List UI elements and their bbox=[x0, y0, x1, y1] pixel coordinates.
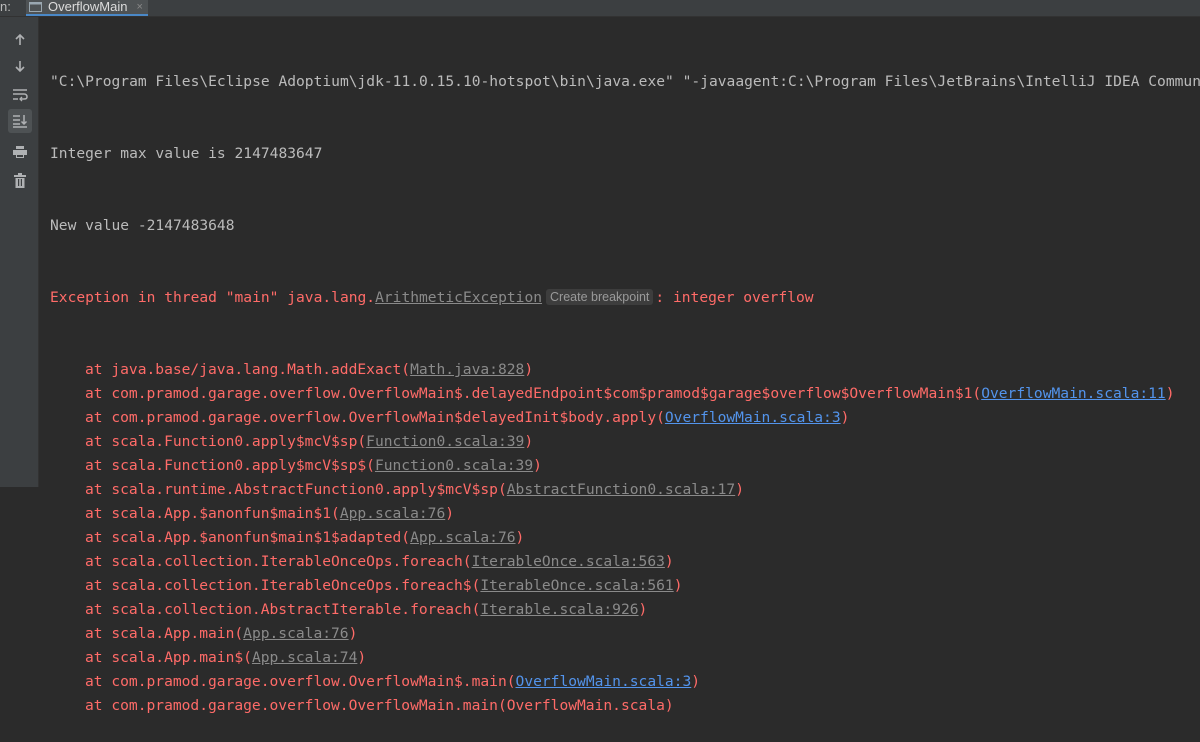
stack-frame-suffix: ) bbox=[638, 601, 648, 618]
exception-suffix: : integer overflow bbox=[655, 289, 814, 306]
source-link[interactable]: OverflowMain.scala:11 bbox=[981, 385, 1166, 402]
stack-frame-suffix: ) bbox=[664, 553, 674, 570]
scroll-to-end-icon[interactable] bbox=[8, 109, 32, 133]
source-link[interactable]: Function0.scala:39 bbox=[375, 457, 533, 474]
console-output-line: Integer max value is 2147483647 bbox=[50, 145, 323, 162]
stack-frame-line: at scala.Function0.apply$mcV$sp$(Functio… bbox=[50, 454, 1200, 478]
console-toolbar bbox=[0, 17, 39, 487]
source-link[interactable]: OverflowMain.scala:3 bbox=[665, 409, 841, 426]
source-link[interactable]: OverflowMain.scala:3 bbox=[516, 673, 692, 690]
source-link[interactable]: App.scala:76 bbox=[340, 505, 445, 522]
stack-frame-suffix: ) bbox=[524, 361, 534, 378]
stack-frame-line: at scala.App.main$(App.scala:74) bbox=[50, 646, 1200, 670]
stack-frame-suffix: ) bbox=[445, 505, 455, 522]
stack-frame-text: at scala.App.$anonfun$main$1$adapted( bbox=[85, 529, 411, 546]
stack-frame-text: at scala.App.main( bbox=[85, 625, 244, 642]
stack-frame-suffix: ) bbox=[357, 649, 367, 666]
stack-frame-line: at com.pramod.garage.overflow.OverflowMa… bbox=[50, 406, 1200, 430]
stack-frame-text: at scala.App.main$( bbox=[85, 649, 252, 666]
stack-frame-suffix: ) bbox=[691, 673, 701, 690]
stack-trace: at java.base/java.lang.Math.addExact(Mat… bbox=[50, 358, 1200, 718]
stack-frame-line: at java.base/java.lang.Math.addExact(Mat… bbox=[50, 358, 1200, 382]
stack-frame-line: at scala.App.$anonfun$main$1(App.scala:7… bbox=[50, 502, 1200, 526]
trash-icon[interactable] bbox=[11, 171, 29, 189]
up-arrow-icon[interactable] bbox=[11, 31, 29, 49]
run-tool-window-tabbar: n: OverflowMain × bbox=[0, 0, 1200, 17]
source-link[interactable]: IterableOnce.scala:561 bbox=[480, 577, 673, 594]
stack-frame-text: at com.pramod.garage.overflow.OverflowMa… bbox=[85, 385, 982, 402]
stack-frame-text: at com.pramod.garage.overflow.OverflowMa… bbox=[85, 673, 516, 690]
stack-frame-text: at com.pramod.garage.overflow.OverflowMa… bbox=[85, 409, 665, 426]
close-icon[interactable]: × bbox=[136, 0, 142, 14]
source-link[interactable]: AbstractFunction0.scala:17 bbox=[507, 481, 735, 498]
stack-frame-line: at scala.collection.IterableOnceOps.fore… bbox=[50, 550, 1200, 574]
down-arrow-icon[interactable] bbox=[11, 57, 29, 75]
stack-frame-text: at scala.collection.IterableOnceOps.fore… bbox=[85, 553, 472, 570]
console-tab-icon bbox=[29, 2, 42, 12]
exception-class-link[interactable]: ArithmeticException bbox=[375, 289, 542, 306]
exception-prefix: Exception in thread "main" java.lang. bbox=[50, 289, 376, 306]
stack-frame-suffix: ) bbox=[735, 481, 744, 498]
tab-overflowmain[interactable]: OverflowMain × bbox=[26, 0, 148, 16]
stack-frame-line: at scala.collection.IterableOnceOps.fore… bbox=[50, 574, 1200, 598]
create-breakpoint-hint[interactable]: Create breakpoint bbox=[546, 289, 654, 305]
stack-frame-suffix: ) bbox=[524, 433, 534, 450]
stack-frame-text: at scala.runtime.AbstractFunction0.apply… bbox=[85, 481, 507, 498]
console-output-line: New value -2147483648 bbox=[50, 217, 235, 234]
soft-wrap-icon[interactable] bbox=[11, 86, 29, 104]
source-link[interactable]: App.scala:76 bbox=[410, 529, 515, 546]
source-link[interactable]: Iterable.scala:926 bbox=[480, 601, 638, 618]
source-link[interactable]: Function0.scala:39 bbox=[366, 433, 524, 450]
stack-frame-line: at scala.App.main(App.scala:76) bbox=[50, 622, 1200, 646]
stack-frame-line: at com.pramod.garage.overflow.OverflowMa… bbox=[50, 382, 1200, 406]
stack-frame-suffix: ) bbox=[515, 529, 525, 546]
stack-frame-suffix: ) bbox=[533, 457, 542, 474]
stack-frame-suffix: ) bbox=[1165, 385, 1175, 402]
stack-frame-suffix: ) bbox=[673, 577, 683, 594]
stack-frame-text: at com.pramod.garage.overflow.OverflowMa… bbox=[85, 697, 674, 714]
print-icon[interactable] bbox=[11, 143, 29, 161]
source-link[interactable]: Math.java:828 bbox=[410, 361, 524, 378]
source-link[interactable]: App.scala:76 bbox=[243, 625, 348, 642]
stack-frame-text: at scala.Function0.apply$mcV$sp( bbox=[85, 433, 367, 450]
stack-frame-line: at com.pramod.garage.overflow.OverflowMa… bbox=[50, 670, 1200, 694]
console-command-line: "C:\Program Files\Eclipse Adoptium\jdk-1… bbox=[50, 73, 1200, 90]
stack-frame-text: at scala.App.$anonfun$main$1( bbox=[85, 505, 340, 522]
tab-prefix: n: bbox=[0, 0, 11, 14]
exception-line: Exception in thread "main" java.lang.Ari… bbox=[50, 286, 1200, 310]
stack-frame-line: at scala.Function0.apply$mcV$sp(Function… bbox=[50, 430, 1200, 454]
stack-frame-suffix: ) bbox=[348, 625, 358, 642]
stack-frame-text: at java.base/java.lang.Math.addExact( bbox=[85, 361, 411, 378]
tab-label: OverflowMain bbox=[48, 0, 128, 14]
stack-frame-line: at scala.App.$anonfun$main$1$adapted(App… bbox=[50, 526, 1200, 550]
stack-frame-suffix: ) bbox=[840, 409, 850, 426]
stack-frame-text: at scala.collection.AbstractIterable.for… bbox=[85, 601, 481, 618]
stack-frame-line: at scala.collection.AbstractIterable.for… bbox=[50, 598, 1200, 622]
stack-frame-text: at scala.collection.IterableOnceOps.fore… bbox=[85, 577, 481, 594]
stack-frame-text: at scala.Function0.apply$mcV$sp$( bbox=[85, 457, 375, 474]
stack-frame-line: at scala.runtime.AbstractFunction0.apply… bbox=[50, 478, 1200, 502]
source-link[interactable]: App.scala:74 bbox=[252, 649, 357, 666]
stack-frame-line: at com.pramod.garage.overflow.OverflowMa… bbox=[50, 694, 1200, 718]
source-link[interactable]: IterableOnce.scala:563 bbox=[472, 553, 665, 570]
console-output[interactable]: "C:\Program Files\Eclipse Adoptium\jdk-1… bbox=[50, 22, 1200, 742]
